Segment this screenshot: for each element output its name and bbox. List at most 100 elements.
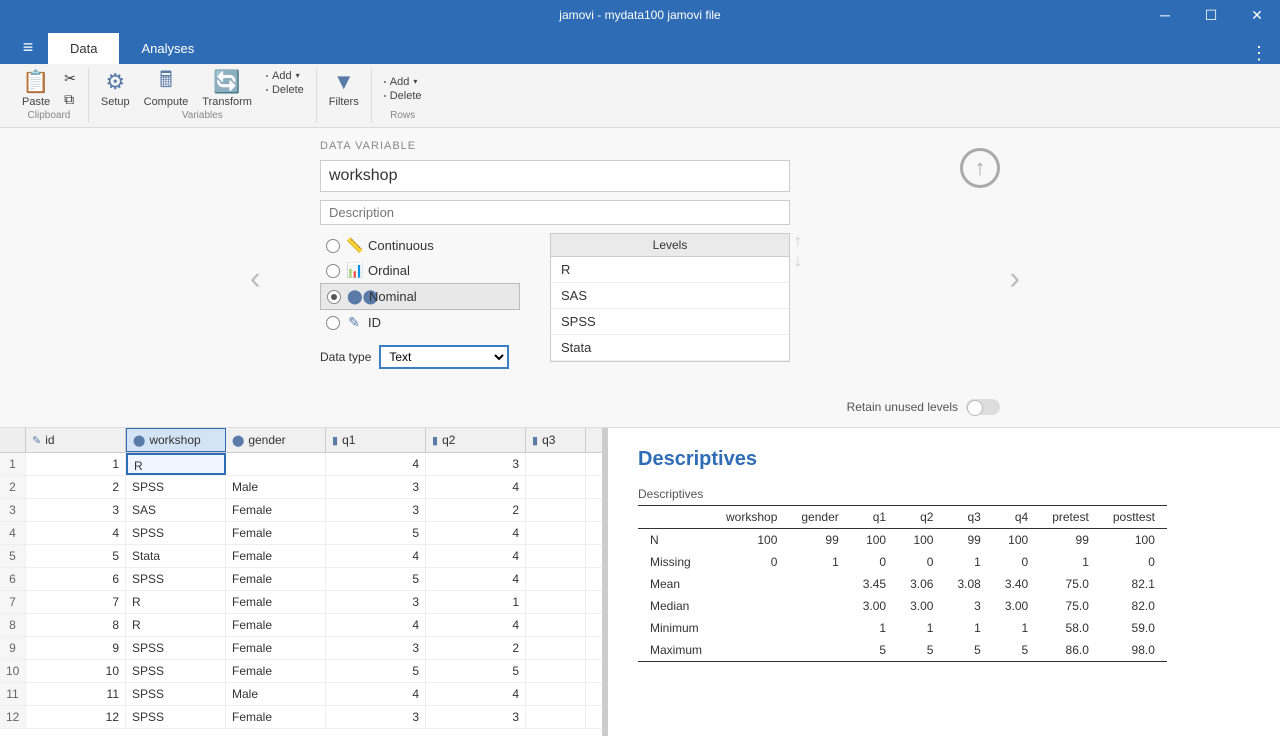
cell[interactable] [526, 706, 586, 728]
cell[interactable]: 5 [326, 660, 426, 682]
cell[interactable]: 4 [426, 614, 526, 636]
cell[interactable]: SPSS [126, 683, 226, 705]
cell[interactable]: 11 [26, 683, 126, 705]
col-header-id[interactable]: ✎id [26, 428, 126, 452]
col-header-q2[interactable]: ▮q2 [426, 428, 526, 452]
col-header-gender[interactable]: ⬤gender [226, 428, 326, 452]
cell[interactable]: 3 [326, 706, 426, 728]
variable-description-input[interactable] [320, 200, 790, 225]
cell[interactable] [526, 499, 586, 521]
table-row[interactable]: 1212SPSSFemale33 [0, 706, 602, 729]
cell[interactable]: 6 [26, 568, 126, 590]
cell[interactable] [526, 545, 586, 567]
cell[interactable]: 8 [26, 614, 126, 636]
cell[interactable]: 3 [326, 476, 426, 498]
table-row[interactable]: 88RFemale44 [0, 614, 602, 637]
setup-button[interactable]: ⚙Setup [101, 70, 130, 108]
level-item[interactable]: SAS [551, 283, 789, 309]
add-row-button[interactable]: Add ▾ [384, 76, 422, 88]
cell[interactable]: Female [226, 545, 326, 567]
level-item[interactable]: Stata [551, 335, 789, 361]
cell[interactable]: SPSS [126, 568, 226, 590]
cell[interactable] [226, 453, 326, 475]
cell[interactable] [526, 568, 586, 590]
level-item[interactable]: R [551, 257, 789, 283]
table-row[interactable]: 33SASFemale32 [0, 499, 602, 522]
transform-button[interactable]: 🔄Transform [202, 70, 252, 108]
cell[interactable]: 4 [426, 476, 526, 498]
cell[interactable]: R [126, 591, 226, 613]
cell[interactable] [526, 591, 586, 613]
cell[interactable]: 4 [326, 683, 426, 705]
minimize-button[interactable]: ─ [1142, 0, 1188, 30]
cell[interactable]: SAS [126, 499, 226, 521]
cell[interactable]: Female [226, 614, 326, 636]
measure-ordinal[interactable]: 📊Ordinal [320, 258, 520, 283]
table-row[interactable]: 11R43 [0, 453, 602, 476]
table-row[interactable]: 1111SPSSMale44 [0, 683, 602, 706]
measure-nominal[interactable]: ⬤⬤Nominal [320, 283, 520, 310]
cell[interactable]: SPSS [126, 476, 226, 498]
table-row[interactable]: 99SPSSFemale32 [0, 637, 602, 660]
cell[interactable]: 5 [326, 522, 426, 544]
measure-continuous[interactable]: 📏Continuous [320, 233, 520, 258]
cell[interactable] [526, 522, 586, 544]
cell[interactable]: Female [226, 637, 326, 659]
maximize-button[interactable]: ☐ [1188, 0, 1234, 30]
cell[interactable]: Male [226, 683, 326, 705]
cell[interactable]: R [126, 614, 226, 636]
cell[interactable]: 4 [326, 614, 426, 636]
cell[interactable]: 4 [426, 568, 526, 590]
cell[interactable]: 5 [26, 545, 126, 567]
cell[interactable]: 1 [26, 453, 126, 475]
cell[interactable]: Female [226, 660, 326, 682]
hamburger-menu-icon[interactable]: ≡ [8, 30, 48, 64]
cell[interactable]: SPSS [126, 637, 226, 659]
level-up-icon[interactable]: ↑ [794, 233, 802, 251]
cell[interactable]: Female [226, 568, 326, 590]
cell[interactable]: Stata [126, 545, 226, 567]
col-header-q1[interactable]: ▮q1 [326, 428, 426, 452]
cell[interactable] [526, 614, 586, 636]
cell[interactable]: 9 [26, 637, 126, 659]
cell[interactable]: 4 [326, 545, 426, 567]
cell[interactable] [526, 660, 586, 682]
filters-button[interactable]: ▼Filters [329, 70, 359, 108]
cell[interactable]: 3 [326, 499, 426, 521]
cell[interactable]: 5 [326, 568, 426, 590]
cell[interactable] [526, 476, 586, 498]
level-down-icon[interactable]: ↓ [794, 253, 802, 271]
cell[interactable]: SPSS [126, 706, 226, 728]
table-row[interactable]: 22SPSSMale34 [0, 476, 602, 499]
close-button[interactable]: ✕ [1234, 0, 1280, 30]
table-row[interactable]: 44SPSSFemale54 [0, 522, 602, 545]
datatype-select[interactable]: Text [379, 345, 509, 369]
table-row[interactable]: 1010SPSSFemale55 [0, 660, 602, 683]
paste-button[interactable]: 📋 Paste [22, 70, 50, 108]
cell[interactable]: 1 [426, 591, 526, 613]
cell[interactable]: 4 [426, 522, 526, 544]
cell[interactable]: 3 [326, 637, 426, 659]
tab-data[interactable]: Data [48, 33, 119, 64]
cell[interactable] [526, 637, 586, 659]
cell[interactable]: 4 [326, 453, 426, 475]
table-row[interactable]: 66SPSSFemale54 [0, 568, 602, 591]
table-row[interactable]: 55StataFemale44 [0, 545, 602, 568]
next-variable-icon[interactable]: › [1009, 259, 1020, 296]
level-item[interactable]: SPSS [551, 309, 789, 335]
delete-row-button[interactable]: Delete [384, 90, 422, 102]
cell[interactable]: 3 [426, 453, 526, 475]
cell[interactable]: Female [226, 591, 326, 613]
cell[interactable]: SPSS [126, 522, 226, 544]
copy-icon[interactable]: ⧉ [64, 91, 76, 108]
collapse-editor-icon[interactable]: ↑ [960, 148, 1000, 188]
cut-icon[interactable]: ✂ [64, 70, 76, 87]
overflow-menu-icon[interactable]: ⋮ [1250, 43, 1268, 64]
cell[interactable]: 3 [26, 499, 126, 521]
cell[interactable]: 3 [426, 706, 526, 728]
measure-id[interactable]: ✎ID [320, 310, 520, 335]
cell[interactable]: 2 [26, 476, 126, 498]
cell[interactable]: 4 [26, 522, 126, 544]
cell[interactable]: Female [226, 522, 326, 544]
retain-levels-toggle[interactable] [966, 399, 1000, 415]
